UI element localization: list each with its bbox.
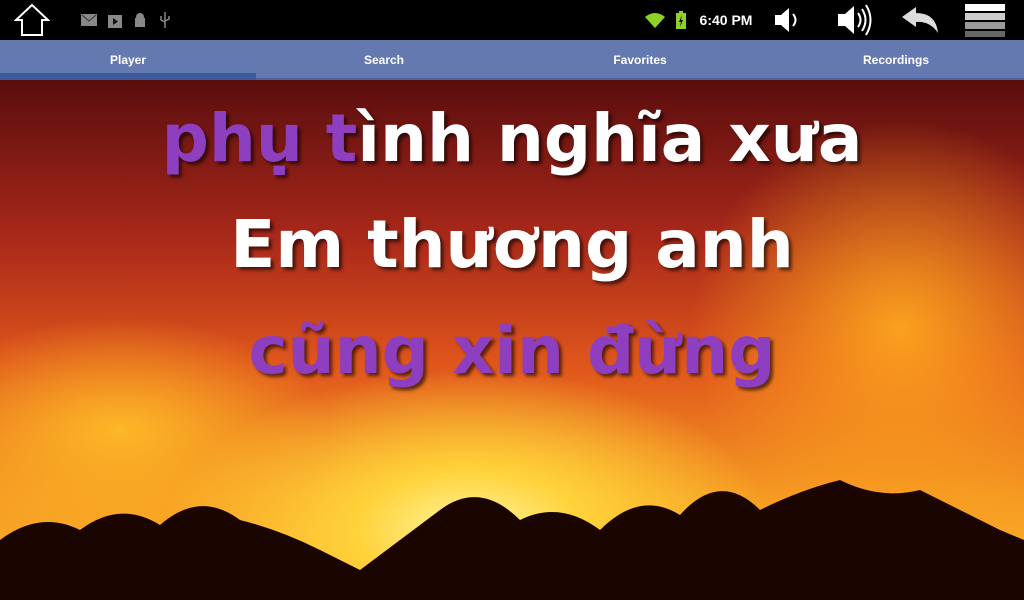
back-icon[interactable]	[898, 0, 942, 40]
palm-trees-silhouette	[0, 480, 1024, 600]
karaoke-player: phụ tình nghĩa xưa Em thương anh cũng xi…	[0, 80, 1024, 600]
tab-recordings[interactable]: Recordings	[768, 40, 1024, 78]
lyric-line-1: phụ tình nghĩa xưa	[0, 100, 1024, 177]
lyric-unsung-part: ình nghĩa xưa	[357, 100, 863, 177]
status-bar: 6:40 PM	[0, 0, 1024, 40]
tab-player[interactable]: Player	[0, 40, 256, 80]
menu-icon[interactable]	[964, 0, 1006, 40]
lyric-line-3: cũng xin đừng	[248, 312, 776, 389]
tab-search[interactable]: Search	[256, 40, 512, 78]
tab-bar: Player Search Favorites Recordings	[0, 40, 1024, 80]
android-debug-icon	[131, 0, 149, 40]
tab-favorites[interactable]: Favorites	[512, 40, 768, 78]
lyric-sung-part: phụ t	[161, 100, 358, 177]
gmail-icon	[80, 0, 98, 40]
wifi-icon	[644, 0, 666, 40]
clock: 6:40 PM	[699, 12, 753, 28]
volume-down-icon[interactable]	[770, 0, 804, 40]
battery-icon	[674, 0, 688, 40]
volume-up-icon[interactable]	[834, 0, 878, 40]
home-icon[interactable]	[12, 0, 52, 40]
play-store-icon	[106, 0, 124, 40]
usb-icon	[156, 0, 174, 40]
lyric-line-2: Em thương anh	[230, 206, 794, 283]
